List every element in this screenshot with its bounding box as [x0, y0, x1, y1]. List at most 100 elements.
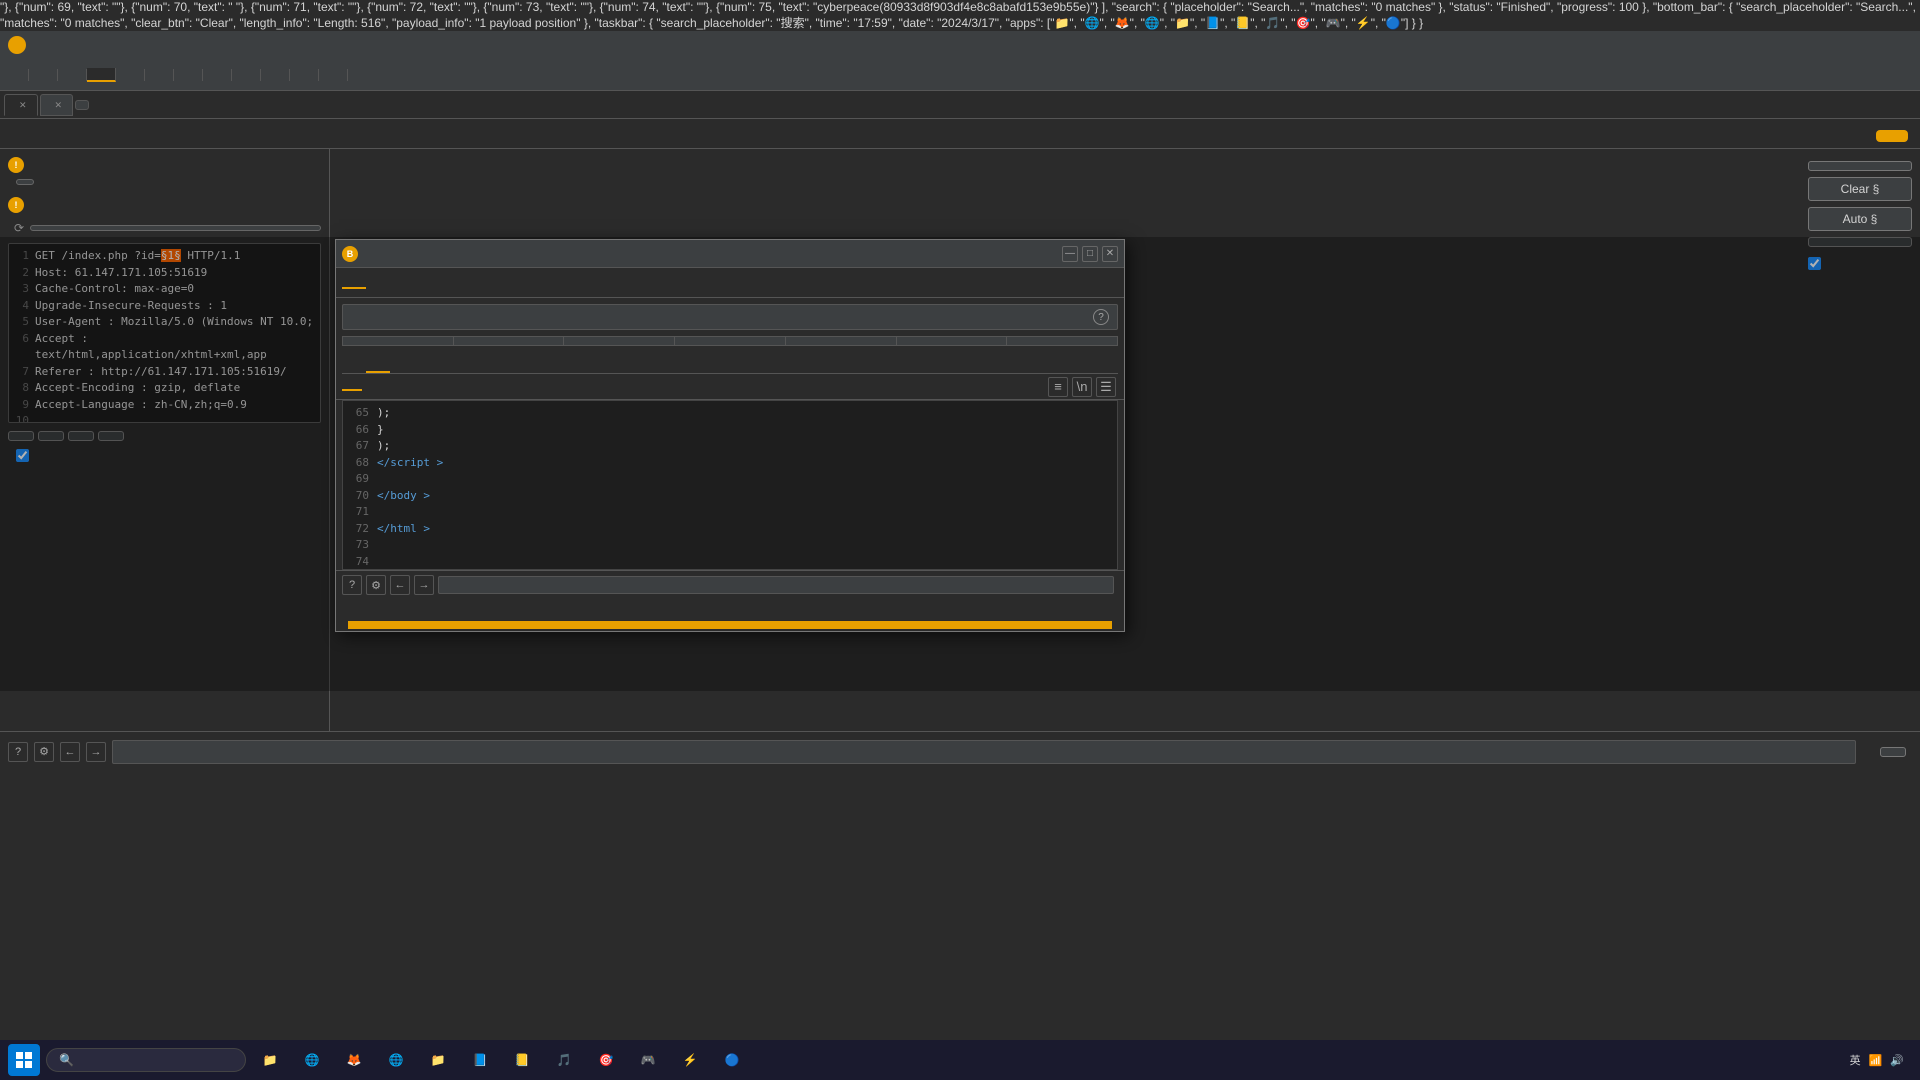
bottom-clear-button[interactable] [1880, 747, 1906, 757]
payload-positions-icon: ! [8, 197, 24, 213]
overlay-tab-positions[interactable] [366, 278, 390, 288]
view-tab-hex[interactable] [386, 384, 406, 390]
nav-tab-decoder[interactable] [174, 69, 203, 81]
instance-tabs: ✕ ✕ [0, 91, 1920, 119]
overlay-search-settings[interactable]: ⚙ [366, 575, 386, 595]
menu-repeater[interactable] [86, 43, 102, 47]
overlay-maximize-button[interactable]: □ [1082, 246, 1098, 262]
req-tab[interactable] [342, 346, 366, 373]
bottom-prev-icon[interactable]: ← [60, 742, 80, 762]
col-error[interactable] [675, 337, 786, 346]
overlay-search-input[interactable] [438, 576, 1114, 594]
close-tab-1-icon[interactable]: ✕ [19, 100, 27, 110]
app-logo [8, 36, 26, 54]
taskbar-app-blue[interactable]: 🔵 [714, 1042, 750, 1078]
taskbar-app-game[interactable]: 🎮 [630, 1042, 666, 1078]
nav-tab-logger[interactable] [232, 69, 261, 81]
clear-section-button[interactable]: Clear § [1808, 177, 1912, 201]
overlay-search-prev[interactable]: ← [390, 575, 410, 595]
view-icon-wrap[interactable]: \n [1072, 377, 1092, 397]
nav-tab-sequencer[interactable] [145, 69, 174, 81]
col-length[interactable] [896, 337, 1007, 346]
view-tab-pretty[interactable] [342, 383, 362, 391]
target-refresh-icon[interactable]: ⟳ [14, 221, 24, 235]
resp-tab[interactable] [366, 346, 390, 373]
col-request[interactable] [343, 337, 454, 346]
page-tab-options[interactable] [80, 129, 104, 139]
nav-tab-intruder[interactable] [87, 68, 116, 82]
view-tab-render[interactable] [408, 384, 428, 390]
overlay-search-next[interactable]: → [414, 575, 434, 595]
start-attack-button[interactable] [1876, 130, 1908, 142]
menu-project[interactable] [50, 43, 66, 47]
overlay-tab-payloads[interactable] [390, 278, 414, 288]
attack-type-icon: ! [8, 157, 24, 173]
results-table [342, 336, 1118, 346]
taskbar-app-red[interactable]: 🎯 [588, 1042, 624, 1078]
response-content: 65 ); 66 } 67 ); 68 </script > 69 70 </b… [342, 400, 1118, 570]
main-nav-tabs [0, 59, 1920, 91]
overlay-tab-options[interactable] [438, 278, 462, 288]
bottom-help-icon[interactable]: ? [8, 742, 28, 762]
minimize-button[interactable] [1856, 37, 1872, 53]
taskbar-app-chrome[interactable]: 🌐 [378, 1042, 414, 1078]
close-tab-2-icon[interactable]: ✕ [55, 100, 63, 110]
nav-tab-proxy[interactable] [58, 69, 87, 81]
taskbar-app-files[interactable]: 📁 [420, 1042, 456, 1078]
nav-tab-user-options[interactable] [319, 69, 348, 81]
taskbar-lang: 英 [1850, 1052, 1861, 1068]
overlay-menu-save[interactable] [382, 252, 394, 256]
view-tab-raw[interactable] [364, 384, 384, 390]
close-button[interactable] [1896, 37, 1912, 53]
filter-help-icon[interactable]: ? [1093, 309, 1109, 325]
overlay-search-help[interactable]: ? [342, 575, 362, 595]
instance-tab-2[interactable]: ✕ [40, 94, 74, 116]
nav-tab-target[interactable] [29, 69, 58, 81]
add-section-button[interactable] [1808, 161, 1912, 171]
nav-tab-extender[interactable] [261, 69, 290, 81]
page-tab-payloads[interactable] [32, 129, 56, 139]
col-comment[interactable] [1007, 337, 1118, 346]
nav-tab-project-options[interactable] [290, 69, 319, 81]
taskbar-app-ie[interactable]: 🌐 [294, 1042, 330, 1078]
overlay-menu-columns[interactable] [400, 252, 412, 256]
page-tab-positions[interactable] [8, 129, 32, 139]
taskbar-app-word[interactable]: 📘 [462, 1042, 498, 1078]
taskbar-left: 🔍 📁 🌐 🦊 🌐 📁 📘 📒 🎵 🎯 🎮 ⚡ 🔵 [8, 1042, 750, 1078]
col-status[interactable] [564, 337, 675, 346]
overlay-tab-results[interactable] [342, 277, 366, 289]
nav-tab-repeater[interactable] [116, 69, 145, 81]
overlay-minimize-button[interactable]: — [1062, 246, 1078, 262]
taskbar-app-vscode[interactable]: ⚡ [672, 1042, 708, 1078]
nav-tab-dashboard[interactable] [0, 69, 29, 81]
more-tabs-button[interactable] [75, 100, 89, 110]
taskbar-search[interactable]: 🔍 [46, 1048, 246, 1072]
attack-type-value[interactable] [16, 179, 34, 185]
bottom-settings-icon[interactable]: ⚙ [34, 742, 54, 762]
bottom-search-input[interactable] [112, 740, 1856, 764]
view-icon-more[interactable]: ☰ [1096, 377, 1116, 397]
start-button[interactable] [8, 1044, 40, 1076]
progress-section [336, 599, 1124, 631]
auto-section-button[interactable]: Auto § [1808, 207, 1912, 231]
page-tab-resource-pool[interactable] [56, 129, 80, 139]
taskbar-app-onenote[interactable]: 📒 [504, 1042, 540, 1078]
menu-intruder[interactable] [68, 43, 84, 47]
overlay-close-button[interactable]: ✕ [1102, 246, 1118, 262]
maximize-button[interactable] [1876, 37, 1892, 53]
overlay-menu-attack[interactable] [364, 252, 376, 256]
nav-tab-comparer[interactable] [203, 69, 232, 81]
menu-window[interactable] [104, 43, 120, 47]
bottom-next-icon[interactable]: → [86, 742, 106, 762]
taskbar-app-music[interactable]: 🎵 [546, 1042, 582, 1078]
taskbar-app-edge[interactable]: 🦊 [336, 1042, 372, 1078]
col-payload[interactable] [453, 337, 564, 346]
view-icon-list[interactable]: ≡ [1048, 377, 1068, 397]
taskbar-app-explorer[interactable]: 📁 [252, 1042, 288, 1078]
instance-tab-1[interactable]: ✕ [4, 94, 38, 116]
menu-help[interactable] [122, 43, 138, 47]
menu-burp[interactable] [32, 43, 48, 47]
target-url[interactable] [30, 225, 321, 231]
col-timeout[interactable] [785, 337, 896, 346]
overlay-tab-resource-pool[interactable] [414, 278, 438, 288]
